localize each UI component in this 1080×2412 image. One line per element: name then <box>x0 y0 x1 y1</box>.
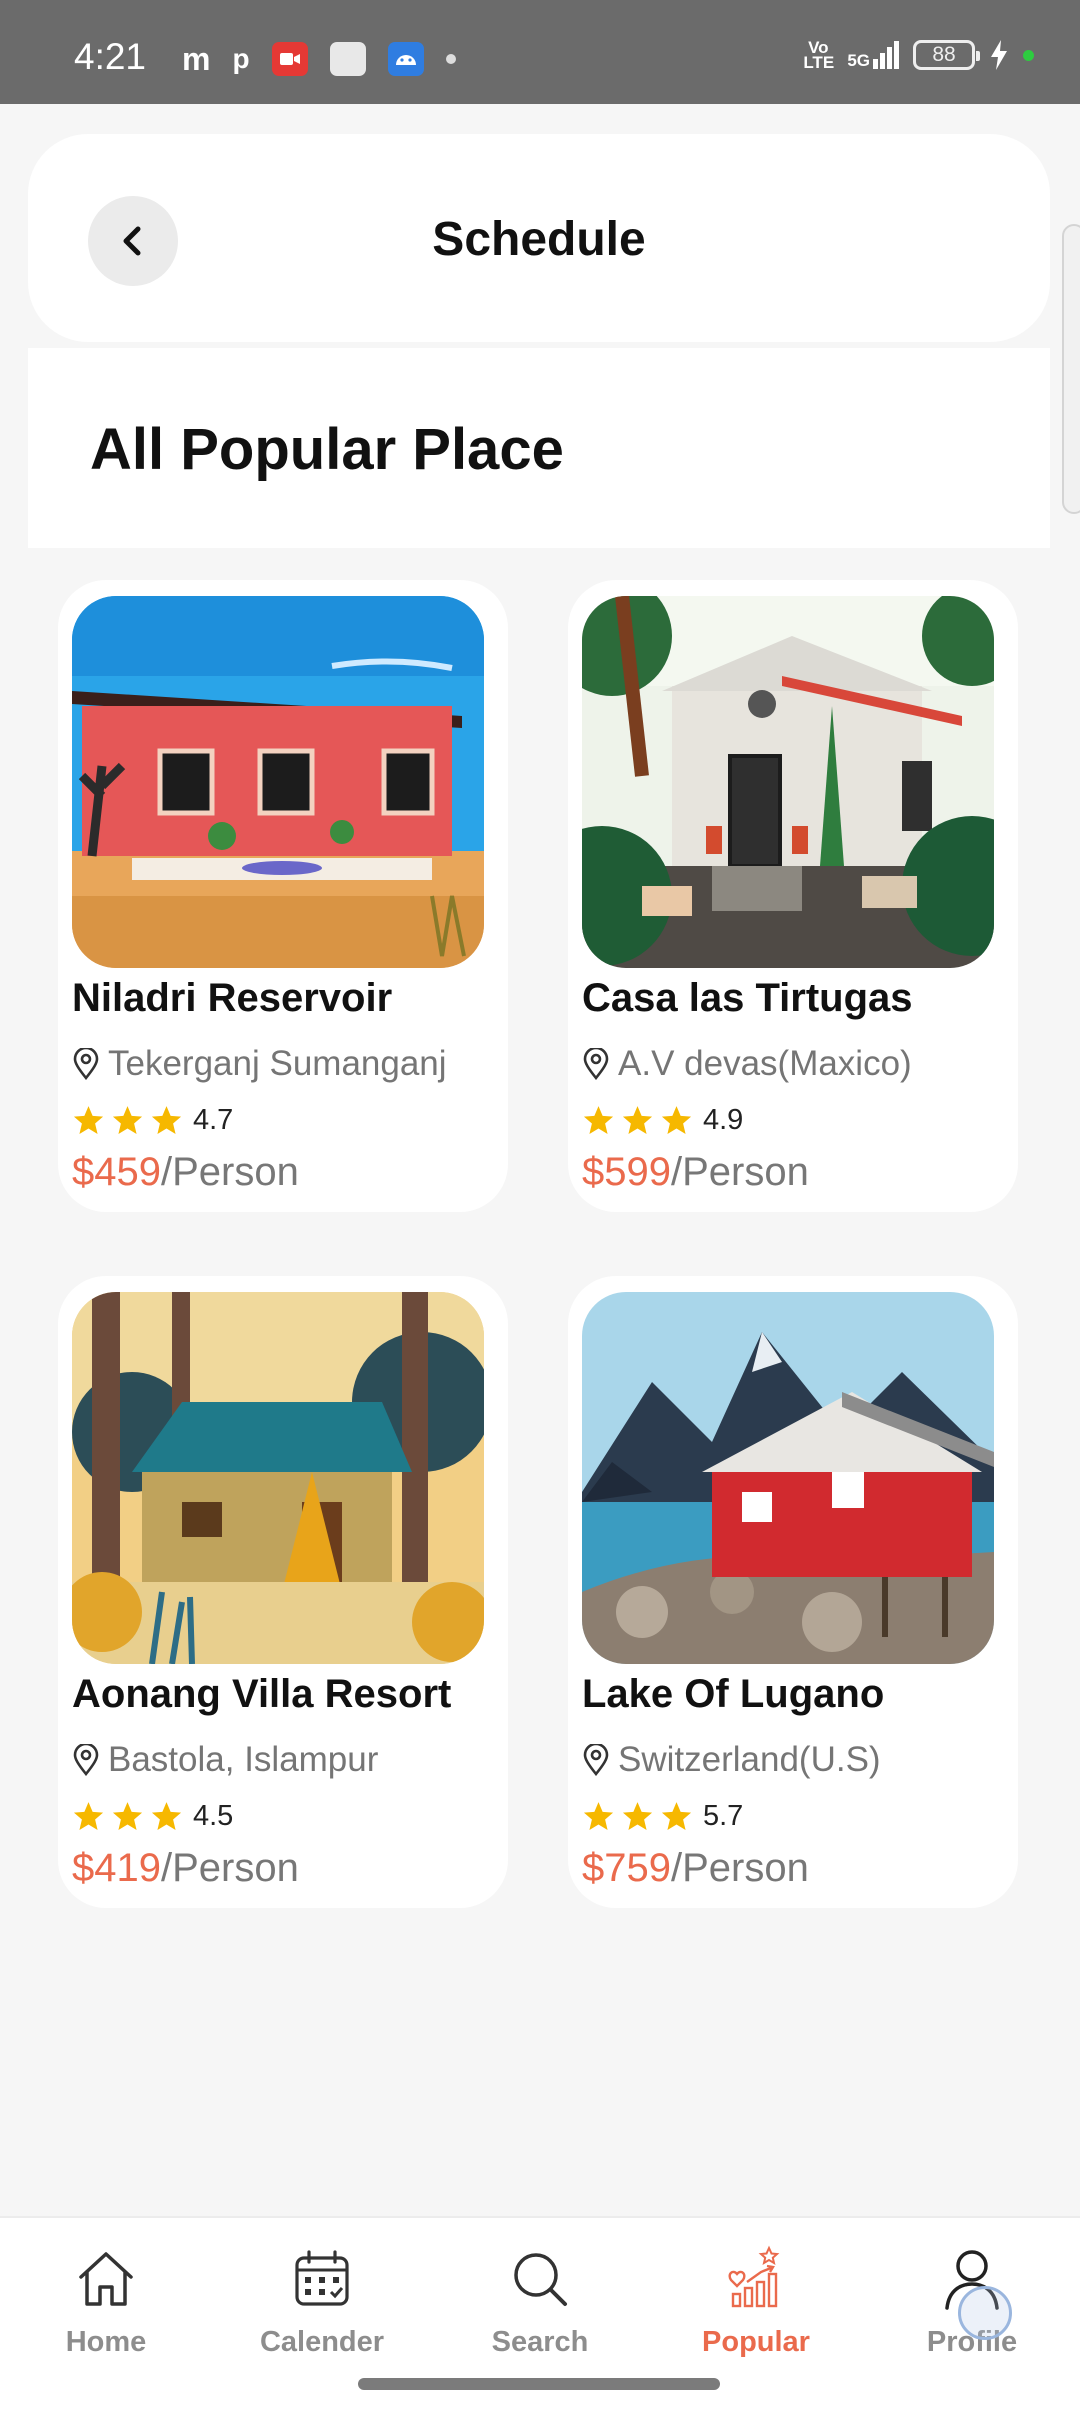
place-card[interactable]: Casa las Tirtugas A.V devas(Maxico) 4.9 … <box>568 580 1018 1212</box>
android-icon <box>387 42 424 76</box>
star-icon <box>112 1802 143 1830</box>
m-app-icon: m <box>182 41 211 77</box>
place-rating: 4.5 <box>72 1800 233 1833</box>
status-system-icons: Vo LTE 5G 88 <box>803 38 1034 72</box>
status-bar: 4:21 m p Vo LTE 5G 88 <box>0 0 1080 104</box>
edge-scroll-handle[interactable] <box>1062 224 1080 514</box>
price-unit: /Person <box>670 1150 809 1194</box>
place-card[interactable]: Aonang Villa Resort Bastola, Islampur 4.… <box>58 1276 508 1908</box>
place-price: $759/Person <box>582 1846 809 1891</box>
price-amount: $599 <box>582 1150 671 1194</box>
calendar-icon <box>295 2250 349 2306</box>
place-location-text: Switzerland(U.S) <box>618 1740 881 1779</box>
home-gesture-bar[interactable] <box>358 2378 720 2390</box>
nav-calender[interactable]: Calender <box>222 2244 422 2374</box>
rating-value: 4.7 <box>193 1104 234 1136</box>
place-image[interactable] <box>582 596 994 968</box>
page-title: Schedule <box>432 213 646 266</box>
star-icon <box>661 1802 692 1830</box>
section-title: All Popular Place <box>90 417 564 482</box>
price-amount: $419 <box>72 1846 161 1890</box>
rating-value: 5.7 <box>703 1800 744 1832</box>
place-location-text: Bastola, Islampur <box>108 1740 379 1779</box>
place-location: Bastola, Islampur <box>72 1740 378 1780</box>
nav-popular[interactable]: Popular <box>656 2244 856 2374</box>
star-icon <box>622 1802 653 1830</box>
star-icon <box>661 1106 692 1134</box>
header-card: Schedule <box>28 134 1050 342</box>
rating-value: 4.5 <box>193 1800 234 1832</box>
star-icon <box>112 1106 143 1134</box>
star-icon <box>622 1106 653 1134</box>
rating-value: 4.9 <box>703 1104 744 1136</box>
app-notification-icon <box>329 42 366 76</box>
nav-calender-label: Calender <box>259 2326 385 2358</box>
star-icon <box>151 1802 182 1830</box>
touch-indicator <box>958 2286 1012 2340</box>
volte-icon: Vo LTE <box>803 38 835 72</box>
price-amount: $459 <box>72 1150 161 1194</box>
star-icon <box>73 1106 104 1134</box>
star-icon <box>73 1802 104 1830</box>
price-amount: $759 <box>582 1846 671 1890</box>
price-unit: /Person <box>160 1846 299 1890</box>
place-rating: 4.7 <box>72 1104 233 1137</box>
place-location-text: A.V devas(Maxico) <box>618 1044 912 1083</box>
price-unit: /Person <box>670 1846 809 1890</box>
place-price: $599/Person <box>582 1150 809 1195</box>
location-pin-icon <box>583 1744 609 1776</box>
status-time: 4:21 <box>74 36 147 77</box>
place-name: Aonang Villa Resort <box>72 1672 452 1716</box>
place-image[interactable] <box>72 1292 484 1664</box>
star-icon <box>583 1106 614 1134</box>
place-image[interactable] <box>72 596 484 968</box>
status-notification-icons: m p <box>182 42 456 76</box>
battery-icon: 88 <box>913 40 980 70</box>
more-notifications-dot <box>445 54 456 64</box>
home-icon <box>79 2252 133 2306</box>
video-record-icon <box>271 42 308 76</box>
nav-home[interactable]: Home <box>6 2244 206 2374</box>
nav-popular-label: Popular <box>702 2326 810 2358</box>
p-app-icon: p <box>232 43 250 74</box>
star-icon <box>151 1106 182 1134</box>
nav-home-label: Home <box>65 2326 147 2358</box>
place-name: Lake Of Lugano <box>582 1672 885 1716</box>
signal-icon: 5G <box>847 41 899 69</box>
place-location: Tekerganj Sumanganj <box>72 1044 447 1084</box>
place-rating: 5.7 <box>582 1800 743 1833</box>
network-type-label: 5G <box>847 51 870 70</box>
place-card[interactable]: Niladri Reservoir Tekerganj Sumanganj 4.… <box>58 580 508 1212</box>
popular-chart-icon <box>728 2245 780 2308</box>
place-rating: 4.9 <box>582 1104 743 1137</box>
place-name: Casa las Tirtugas <box>582 976 913 1020</box>
place-price: $459/Person <box>72 1150 299 1195</box>
place-image[interactable] <box>582 1292 994 1664</box>
section-header: All Popular Place <box>28 348 1050 548</box>
place-location: Switzerland(U.S) <box>582 1740 881 1780</box>
place-name: Niladri Reservoir <box>72 976 393 1020</box>
place-location-text: Tekerganj Sumanganj <box>108 1044 447 1083</box>
privacy-indicator-dot <box>1023 49 1034 61</box>
location-pin-icon <box>73 1744 99 1776</box>
place-location: A.V devas(Maxico) <box>582 1044 912 1084</box>
place-price: $419/Person <box>72 1846 299 1891</box>
charging-bolt-icon <box>991 40 1007 70</box>
search-icon <box>514 2253 567 2306</box>
place-card[interactable]: Lake Of Lugano Switzerland(U.S) 5.7 $759… <box>568 1276 1018 1908</box>
nav-search[interactable]: Search <box>440 2244 640 2374</box>
price-unit: /Person <box>160 1150 299 1194</box>
location-pin-icon <box>583 1048 609 1080</box>
location-pin-icon <box>73 1048 99 1080</box>
nav-search-label: Search <box>491 2326 589 2358</box>
star-icon <box>583 1802 614 1830</box>
